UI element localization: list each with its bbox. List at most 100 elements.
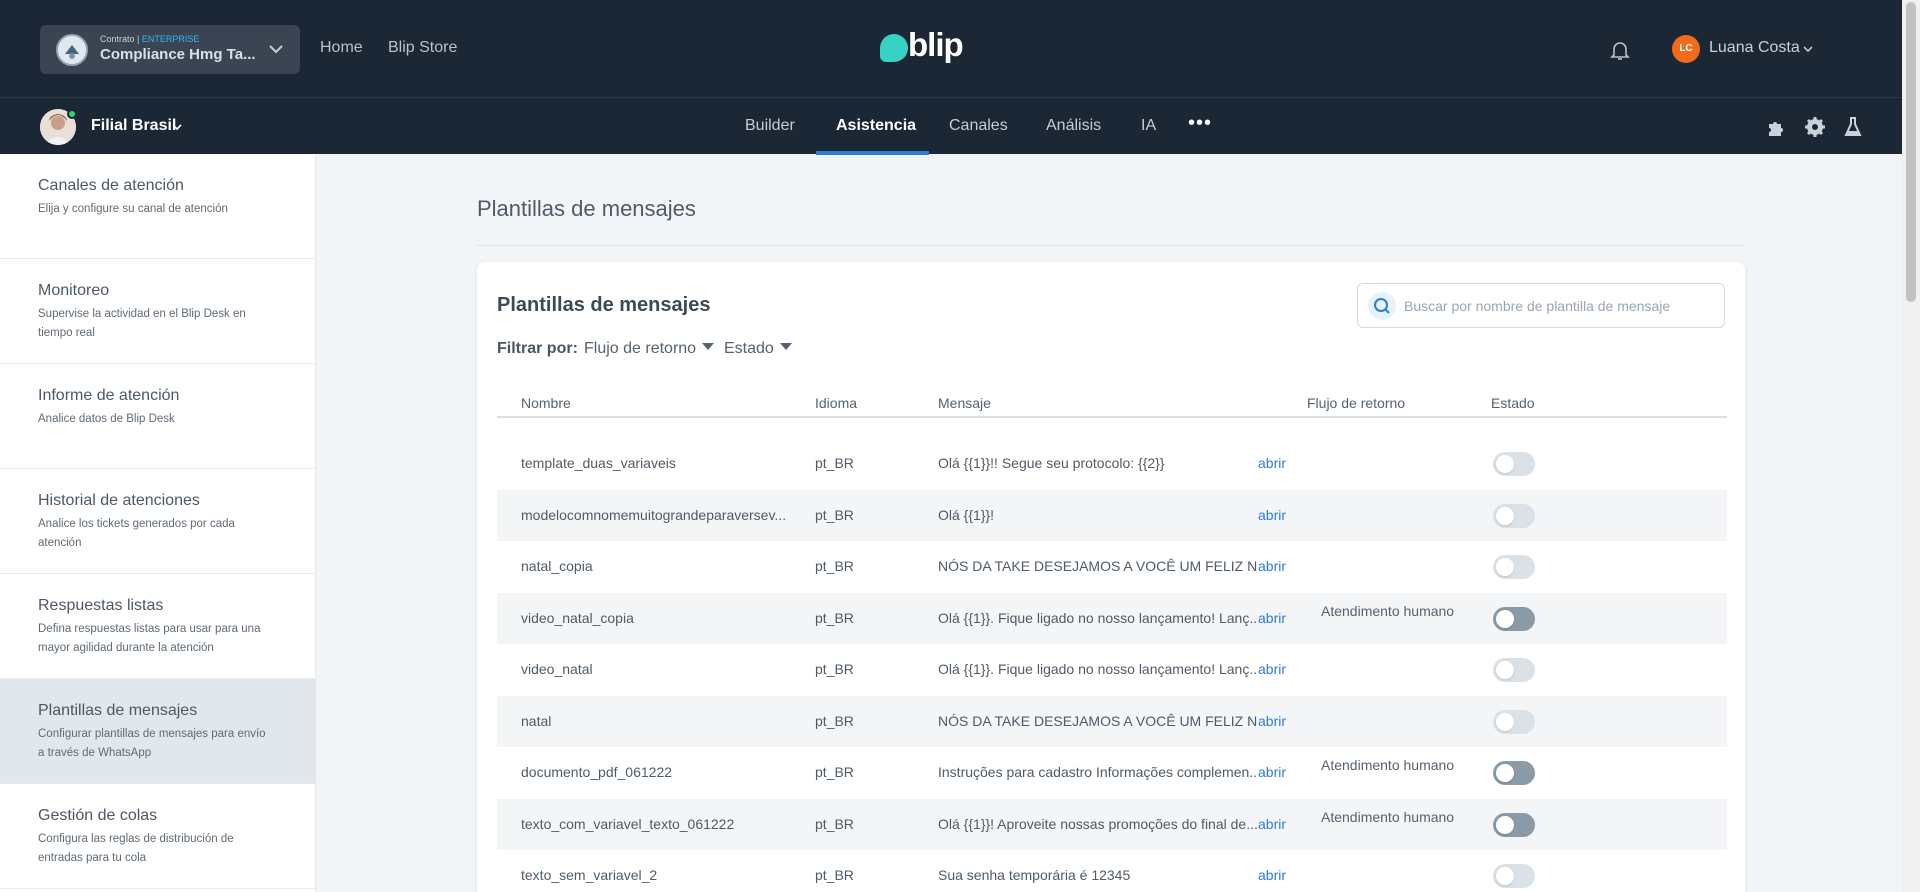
top-bar: Contrato | ENTERPRISE Compliance Hmg Ta.… [0,0,1902,97]
bot-nav-bar: Filial Brasil Builder Asistencia Canales… [0,97,1902,155]
open-link[interactable]: abrir [1258,455,1286,471]
active-tab-indicator [816,151,929,155]
nav-home[interactable]: Home [320,39,363,57]
column-header-nombre[interactable]: Nombre [521,395,571,411]
flask-icon[interactable] [1841,115,1865,139]
bot-name[interactable]: Filial Brasil [91,117,176,135]
table-row[interactable]: texto_com_variavel_texto_061222 pt_BR Ol… [497,798,1727,850]
template-name: modelocomnomemuitograndeparaversev... [521,506,787,523]
open-link[interactable]: abrir [1258,867,1286,883]
vertical-scrollbar[interactable] [1902,0,1920,892]
sidebar-item-monitoreo[interactable]: Monitoreo Supervise la actividad en el B… [0,259,316,364]
column-header-estado[interactable]: Estado [1491,395,1535,411]
sidebar-item-desc: Analice los tickets generados por cada a… [38,518,235,549]
status-toggle[interactable] [1493,555,1535,579]
open-link[interactable]: abrir [1258,610,1286,626]
open-link[interactable]: abrir [1258,507,1286,523]
search-input[interactable] [1404,294,1714,318]
template-language: pt_BR [815,815,854,832]
sidebar-item-title: Plantillas de mensajes [38,702,198,719]
page-title: Plantillas de mensajes [477,196,696,221]
user-name[interactable]: Luana Costa [1709,39,1800,57]
sidebar-item-historial[interactable]: Historial de atenciones Analice los tick… [0,469,316,574]
template-name: video_natal [521,661,593,677]
divider [477,245,1743,246]
search-box[interactable] [1357,283,1725,328]
template-language: pt_BR [815,506,854,523]
sidebar-item-informe[interactable]: Informe de atención Analice datos de Bli… [0,364,316,469]
bell-icon[interactable] [1608,38,1632,62]
scrollbar-thumb[interactable] [1906,2,1916,302]
template-message: NÓS DA TAKE DESEJAMOS A VOCÊ UM FELIZ N.… [938,558,1257,574]
sidebar-item-desc: Supervise la actividad en el Blip Desk e… [38,308,246,339]
table-row[interactable]: video_natal_copia pt_BR Olá {{1}}. Fique… [497,592,1727,644]
open-link[interactable]: abrir [1258,764,1286,780]
open-link[interactable]: abrir [1258,558,1286,574]
more-tabs-icon[interactable]: ••• [1188,112,1212,135]
filter-flujo-dropdown[interactable]: Flujo de retorno [584,340,715,358]
open-link[interactable]: abrir [1258,661,1286,677]
table-row[interactable]: modelocomnomemuitograndeparaversev... pt… [497,489,1727,541]
column-header-mensaje[interactable]: Mensaje [938,395,991,411]
contract-tier: Contrato | ENTERPRISE [100,34,200,44]
status-toggle[interactable] [1493,812,1535,837]
template-language: pt_BR [815,867,854,883]
template-name: texto_com_variavel_texto_061222 [521,815,735,832]
template-language: pt_BR [815,609,854,626]
sidebar-item-canales[interactable]: Canales de atención Elija y configure su… [0,154,316,259]
gear-icon[interactable] [1803,115,1827,139]
table-row[interactable]: natal pt_BR NÓS DA TAKE DESEJAMOS A VOCÊ… [497,695,1727,747]
tab-canales[interactable]: Canales [949,117,1008,135]
tab-builder[interactable]: Builder [745,117,795,135]
search-icon [1368,292,1396,320]
template-message: Olá {{1}}!! Segue seu protocolo: {{2}} [938,455,1165,471]
filter-estado-dropdown[interactable]: Estado [724,340,792,358]
sidebar-item-title: Gestión de colas [38,807,158,824]
nav-blip-store[interactable]: Blip Store [388,39,457,57]
table-row[interactable]: texto_sem_variavel_2 pt_BR Sua senha tem… [497,850,1727,892]
table-row[interactable]: natal_copia pt_BR NÓS DA TAKE DESEJAMOS … [497,541,1727,593]
template-message: Olá {{1}}! [938,506,995,523]
column-header-idioma[interactable]: Idioma [815,395,857,411]
blip-bubble-icon [880,34,908,62]
sidebar-item-title: Canales de atención [38,177,184,194]
template-name: template_duas_variaveis [521,455,676,471]
status-toggle[interactable] [1493,452,1535,476]
puzzle-icon[interactable] [1765,115,1789,139]
chevron-down-icon[interactable] [1801,42,1815,56]
template-name: natal_copia [521,558,593,574]
status-toggle[interactable] [1493,606,1535,631]
sidebar-item-colas[interactable]: Gestión de colas Configura las reglas de… [0,784,316,889]
contract-selector[interactable]: Contrato | ENTERPRISE Compliance Hmg Ta.… [40,25,300,74]
sidebar-item-title: Monitoreo [38,282,110,299]
open-link[interactable]: abrir [1258,713,1286,729]
template-message: Olá {{1}}. Fique ligado no nosso lançame… [938,609,1257,626]
template-message: Olá {{1}}. Fique ligado no nosso lançame… [938,661,1257,677]
status-toggle[interactable] [1493,761,1535,785]
column-header-flujo[interactable]: Flujo de retorno [1307,395,1405,411]
template-message: Olá {{1}}! Aproveite nossas promoções do… [938,815,1257,832]
sidebar-item-plantillas[interactable]: Plantillas de mensajes Configurar planti… [0,679,316,784]
template-message: Instruções para cadastro Informações com… [938,764,1257,780]
table-row[interactable]: video_natal pt_BR Olá {{1}}. Fique ligad… [497,644,1727,696]
template-name: documento_pdf_061222 [521,764,673,780]
templates-card: Plantillas de mensajes Filtrar por: Fluj… [477,262,1745,892]
table-row[interactable]: documento_pdf_061222 pt_BR Instruções pa… [497,747,1727,799]
template-name: video_natal_copia [521,609,634,626]
status-toggle[interactable] [1493,503,1535,528]
tab-asistencia[interactable]: Asistencia [836,117,916,135]
sidebar-item-respuestas[interactable]: Respuestas listas Defina respuestas list… [0,574,316,679]
status-toggle[interactable] [1493,658,1535,682]
chevron-down-icon[interactable] [171,121,183,133]
template-language: pt_BR [815,455,854,471]
template-language: pt_BR [815,661,854,677]
online-status-indicator [67,109,77,119]
status-toggle[interactable] [1493,864,1535,888]
tab-analisis[interactable]: Análisis [1046,117,1101,135]
tab-ia[interactable]: IA [1141,117,1156,135]
status-toggle[interactable] [1493,709,1535,734]
open-link[interactable]: abrir [1258,816,1286,832]
caret-down-icon [702,343,715,350]
table-row[interactable]: template_duas_variaveis pt_BR Olá {{1}}!… [497,438,1727,490]
user-avatar[interactable]: LC [1672,35,1700,63]
